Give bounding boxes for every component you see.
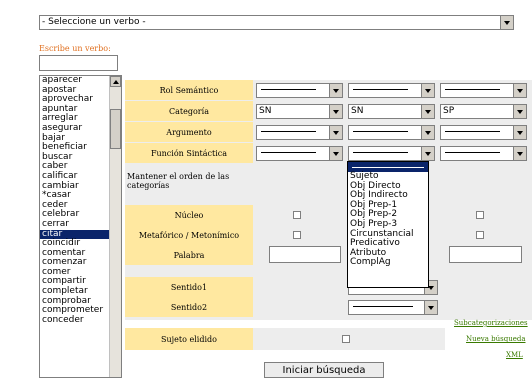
scroll-thumb[interactable] <box>110 109 121 149</box>
sentido1-label: Sentido1 <box>125 277 253 297</box>
categoria-select-3[interactable]: SP <box>440 104 527 119</box>
chevron-down-icon <box>421 147 434 160</box>
chevron-down-icon <box>424 301 437 314</box>
chevron-down-icon <box>421 105 434 118</box>
verb-input-label: Escribe un verbo: <box>39 44 111 53</box>
chevron-down-icon <box>513 105 526 118</box>
search-button[interactable]: Iniciar búsqueda <box>264 362 384 378</box>
argumento-select-3[interactable] <box>440 125 527 140</box>
argumento-select-1[interactable] <box>256 125 343 140</box>
rol-semantico-select-1[interactable] <box>256 83 343 98</box>
rol-semantico-select-2[interactable] <box>348 83 435 98</box>
chevron-down-icon <box>329 126 342 139</box>
nucleo-checkbox-1[interactable] <box>293 211 301 219</box>
chevron-down-icon <box>513 126 526 139</box>
verb-select[interactable]: - Seleccione un verbo - <box>39 15 514 30</box>
funcion-sintactica-select-3[interactable] <box>440 146 527 161</box>
chevron-down-icon <box>329 147 342 160</box>
funcion-sintactica-select-1[interactable] <box>256 146 343 161</box>
metaforico-checkbox-3[interactable] <box>476 231 484 239</box>
categoria-value-2: SN <box>351 106 364 116</box>
palabra-input-1[interactable] <box>269 246 341 263</box>
palabra-input-3[interactable] <box>449 246 522 263</box>
xml-link[interactable]: XML <box>506 351 523 359</box>
verb-list-item[interactable]: conceder <box>40 315 110 326</box>
nueva-busqueda-link[interactable]: Nueva búsqueda <box>466 335 526 343</box>
funcion-sintactica-dropdown[interactable]: Sujeto Obj Directo Obj Indirecto Obj Prep-1… <box>347 161 429 288</box>
rol-semantico-label: Rol Semántico <box>125 80 253 100</box>
categoria-select-2[interactable]: SN <box>348 104 435 119</box>
categoria-value-1: SN <box>259 106 272 116</box>
rol-semantico-select-3[interactable] <box>440 83 527 98</box>
sujeto-elidido-label: Sujeto elidido <box>125 328 253 350</box>
nucleo-label: Núcleo <box>125 205 253 225</box>
sentido2-select[interactable] <box>348 300 438 315</box>
verb-list[interactable]: aparecer apostar aprovechar apuntar arreglar… <box>39 75 122 378</box>
funcion-sintactica-select-2[interactable] <box>348 146 435 161</box>
chevron-down-icon <box>513 147 526 160</box>
argumento-label: Argumento <box>125 122 253 142</box>
dropdown-option[interactable]: ComplAg <box>348 258 428 268</box>
mantener-orden-label: Mantener el orden de las categorías <box>127 172 230 190</box>
categoria-value-3: SP <box>443 106 455 116</box>
verb-list-scrollbar[interactable] <box>109 76 121 377</box>
sujeto-elidido-checkbox[interactable] <box>342 335 350 343</box>
palabra-label: Palabra <box>125 245 253 265</box>
nucleo-checkbox-3[interactable] <box>476 211 484 219</box>
verb-select-value: - Seleccione un verbo - <box>42 17 146 27</box>
search-button-label: Iniciar búsqueda <box>282 364 366 376</box>
chevron-down-icon <box>513 84 526 97</box>
metaforico-checkbox-1[interactable] <box>293 231 301 239</box>
chevron-down-icon <box>421 84 434 97</box>
chevron-down-icon <box>500 16 513 29</box>
sentido2-label: Sentido2 <box>125 297 253 317</box>
chevron-down-icon <box>421 126 434 139</box>
subcategorizaciones-link[interactable]: Subcategorizaciones <box>454 319 528 327</box>
metaforico-label: Metafórico / Metonímico <box>125 225 253 245</box>
categoria-select-1[interactable]: SN <box>256 104 343 119</box>
funcion-sintactica-label: Función Sintáctica <box>125 143 253 163</box>
argumento-select-2[interactable] <box>348 125 435 140</box>
scroll-up-icon[interactable] <box>110 76 121 87</box>
verb-input[interactable] <box>39 55 118 71</box>
categoria-label: Categoría <box>125 101 253 121</box>
chevron-down-icon <box>329 105 342 118</box>
chevron-down-icon <box>329 84 342 97</box>
